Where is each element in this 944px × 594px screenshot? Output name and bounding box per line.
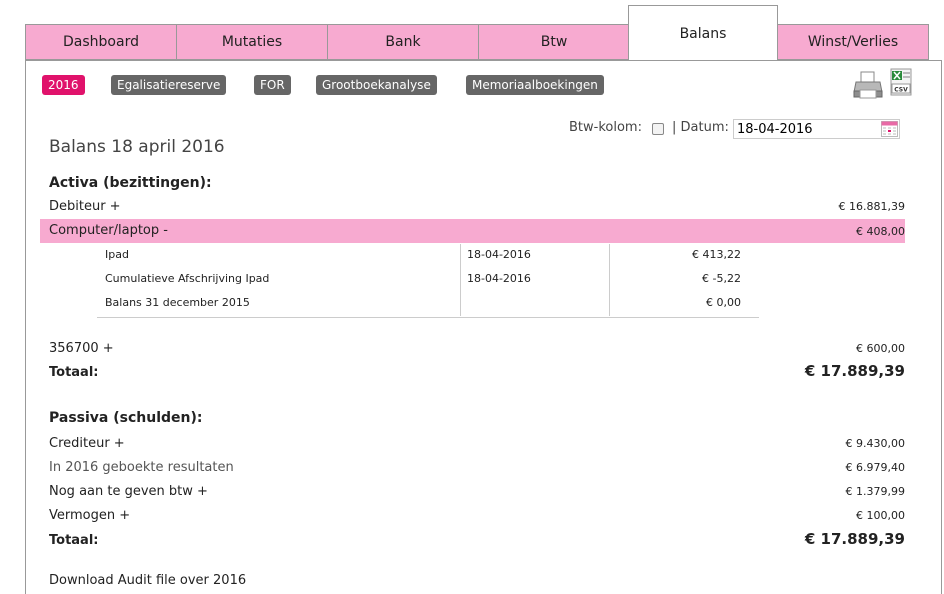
- row-amount: € 16.881,39: [838, 200, 905, 213]
- total-label: Totaal:: [49, 365, 99, 380]
- activa-total-row: Totaal: € 17.889,39: [49, 362, 905, 384]
- download-audit-link[interactable]: Download Audit file over 2016: [49, 573, 246, 588]
- tab-btw[interactable]: Btw: [478, 24, 630, 60]
- detail-amount: € 413,22: [692, 248, 741, 261]
- balance-row-356700[interactable]: 356700 + € 600,00: [49, 338, 905, 360]
- row-label: In 2016 geboekte resultaten: [49, 460, 234, 475]
- detail-date: 18-04-2016: [467, 248, 531, 261]
- detail-amount: € -5,22: [702, 272, 741, 285]
- row-amount: € 408,00: [856, 225, 905, 238]
- datum-label: | Datum:: [672, 120, 729, 135]
- row-amount: € 6.979,40: [845, 461, 905, 474]
- computer-laptop-details: Ipad 18-04-2016 € 413,22 Cumulatieve Afs…: [97, 244, 759, 318]
- pill-egalisatiereserve[interactable]: Egalisatiereserve: [111, 75, 227, 95]
- row-amount: € 100,00: [856, 509, 905, 522]
- detail-date: 18-04-2016: [467, 272, 531, 285]
- row-label: Nog aan te geven btw +: [49, 484, 208, 499]
- pill-memoriaalboekingen[interactable]: Memoriaalboekingen: [466, 75, 604, 95]
- total-label: Totaal:: [49, 533, 99, 548]
- calendar-icon[interactable]: [881, 121, 898, 137]
- passiva-heading: Passiva (schulden):: [49, 410, 203, 426]
- tab-balans[interactable]: Balans: [628, 5, 778, 61]
- detail-amount: € 0,00: [706, 296, 741, 309]
- balance-row-crediteur[interactable]: Crediteur + € 9.430,00: [49, 433, 905, 455]
- page-title: Balans 18 april 2016: [49, 137, 225, 157]
- pill-for[interactable]: FOR: [254, 75, 291, 95]
- total-amount: € 17.889,39: [804, 530, 905, 548]
- detail-name: Cumulatieve Afschrijving Ipad: [105, 272, 270, 285]
- row-label: Crediteur +: [49, 436, 125, 451]
- balance-row-vermogen[interactable]: Vermogen + € 100,00: [49, 505, 905, 527]
- btw-kolom-label: Btw-kolom:: [569, 120, 642, 135]
- row-label: Computer/laptop -: [49, 223, 168, 238]
- pill-grootboekanalyse[interactable]: Grootboekanalyse: [316, 75, 437, 95]
- row-label: 356700 +: [49, 341, 114, 356]
- tab-bank[interactable]: Bank: [327, 24, 479, 60]
- csv-export-icon[interactable]: CSV: [889, 67, 915, 97]
- row-label: Debiteur +: [49, 199, 121, 214]
- pill-2016[interactable]: 2016: [42, 75, 85, 95]
- row-amount: € 1.379,99: [845, 485, 905, 498]
- tab-bar: Dashboard Mutaties Bank Btw Balans Winst…: [25, 5, 942, 61]
- datum-input[interactable]: [733, 119, 900, 139]
- row-label: Vermogen +: [49, 508, 131, 523]
- tab-mutaties[interactable]: Mutaties: [176, 24, 328, 60]
- balance-row-computer-laptop[interactable]: Computer/laptop - € 408,00: [40, 219, 905, 243]
- svg-text:CSV: CSV: [894, 87, 908, 94]
- tab-dashboard[interactable]: Dashboard: [25, 24, 177, 60]
- btw-kolom-checkbox[interactable]: [652, 123, 664, 135]
- row-amount: € 9.430,00: [845, 437, 905, 450]
- activa-heading: Activa (bezittingen):: [49, 175, 212, 191]
- passiva-total-row: Totaal: € 17.889,39: [49, 530, 905, 552]
- balance-row-debiteur[interactable]: Debiteur + € 16.881,39: [49, 196, 905, 218]
- balance-row-geboekte-resultaten: In 2016 geboekte resultaten € 6.979,40: [49, 457, 905, 479]
- detail-name: Ipad: [105, 248, 129, 261]
- detail-name: Balans 31 december 2015: [105, 296, 250, 309]
- balance-row-btw[interactable]: Nog aan te geven btw + € 1.379,99: [49, 481, 905, 503]
- total-amount: € 17.889,39: [804, 362, 905, 380]
- row-amount: € 600,00: [856, 342, 905, 355]
- tab-winst-verlies[interactable]: Winst/Verlies: [777, 24, 929, 60]
- printer-icon[interactable]: [853, 70, 883, 100]
